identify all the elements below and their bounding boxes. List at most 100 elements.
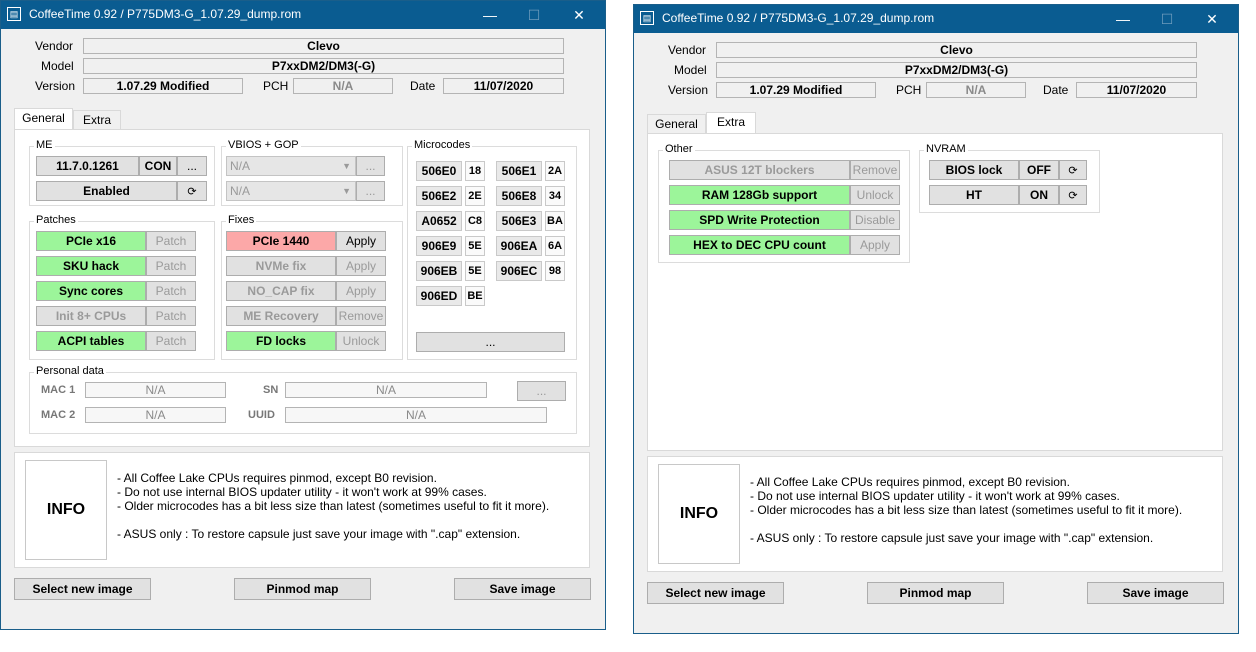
other-asus-blockers-button[interactable]: Remove bbox=[850, 160, 900, 180]
personal-more-button[interactable]: ... bbox=[517, 381, 566, 401]
me-more-button[interactable]: ... bbox=[177, 156, 207, 176]
microcode-cpuid: 906E9 bbox=[416, 236, 462, 256]
gop-combo[interactable]: N/A ▼ bbox=[226, 181, 356, 201]
info-title: INFO bbox=[25, 460, 107, 560]
fix-fd-locks-button[interactable]: Unlock bbox=[336, 331, 386, 351]
vbios-group-title: VBIOS + GOP bbox=[226, 139, 301, 151]
microcode-version: 2E bbox=[465, 186, 485, 206]
pch-field: N/A bbox=[926, 82, 1026, 98]
title-bar[interactable]: ▤ CoffeeTime 0.92 / P775DM3-G_1.07.29_du… bbox=[1, 1, 605, 29]
uuid-label: UUID bbox=[248, 409, 275, 421]
nvram-ht-refresh-button[interactable]: ⟳ bbox=[1059, 185, 1087, 205]
select-new-image-button[interactable]: Select new image bbox=[647, 582, 784, 604]
maximize-button[interactable]: ☐ bbox=[1152, 9, 1182, 29]
gop-more-button[interactable]: ... bbox=[356, 181, 385, 201]
model-field: P7xxDM2/DM3(-G) bbox=[83, 58, 564, 74]
microcode-version: 34 bbox=[545, 186, 565, 206]
other-spd-write-protection-button[interactable]: Disable bbox=[850, 210, 900, 230]
microcode-version: 6A bbox=[545, 236, 565, 256]
other-hex-to-dec-button[interactable]: Apply bbox=[850, 235, 900, 255]
nvram-bios-lock: BIOS lock bbox=[929, 160, 1019, 180]
fix-pcie-1440-button[interactable]: Apply bbox=[336, 231, 386, 251]
patch-init-cpus-button[interactable]: Patch bbox=[146, 306, 196, 326]
microcode-cpuid: 506E0 bbox=[416, 161, 462, 181]
patch-pcie-x16-button[interactable]: Patch bbox=[146, 231, 196, 251]
main-window-extra: ▤ CoffeeTime 0.92 / P775DM3-G_1.07.29_du… bbox=[633, 4, 1239, 634]
refresh-icon: ⟳ bbox=[1068, 165, 1078, 177]
patch-acpi-tables-button[interactable]: Patch bbox=[146, 331, 196, 351]
info-line-1: - All Coffee Lake CPUs requires pinmod, … bbox=[750, 475, 1070, 489]
nvram-ht-value: ON bbox=[1019, 185, 1059, 205]
main-window-general: ▤ CoffeeTime 0.92 / P775DM3-G_1.07.29_du… bbox=[0, 0, 606, 630]
pch-label: PCH bbox=[263, 79, 289, 93]
close-button[interactable]: ✕ bbox=[1197, 9, 1227, 29]
fixes-group-title: Fixes bbox=[226, 214, 257, 226]
other-ram-128gb: RAM 128Gb support bbox=[669, 185, 850, 205]
patch-sku-hack-button[interactable]: Patch bbox=[146, 256, 196, 276]
other-hex-to-dec: HEX to DEC CPU count bbox=[669, 235, 850, 255]
tab-extra[interactable]: Extra bbox=[706, 112, 756, 134]
pch-label: PCH bbox=[896, 83, 922, 97]
microcode-version: 5E bbox=[465, 261, 485, 281]
minimize-button[interactable]: — bbox=[1108, 9, 1138, 29]
date-label: Date bbox=[1043, 83, 1069, 97]
refresh-icon: ⟳ bbox=[1068, 190, 1078, 202]
tab-general[interactable]: General bbox=[647, 114, 706, 134]
me-version-field: 11.7.0.1261 bbox=[36, 156, 139, 176]
fix-nvme-button[interactable]: Apply bbox=[336, 256, 386, 276]
microcode-cpuid: 506E8 bbox=[496, 186, 542, 206]
save-image-button[interactable]: Save image bbox=[1087, 582, 1224, 604]
microcode-cpuid: 906EA bbox=[496, 236, 542, 256]
patch-sku-hack: SKU hack bbox=[36, 256, 146, 276]
pinmod-map-button[interactable]: Pinmod map bbox=[234, 578, 371, 600]
patch-acpi-tables: ACPI tables bbox=[36, 331, 146, 351]
microcode-version: 18 bbox=[465, 161, 485, 181]
version-label: Version bbox=[35, 79, 76, 93]
microcode-version: BA bbox=[545, 211, 565, 231]
fix-pcie-1440: PCIe 1440 bbox=[226, 231, 336, 251]
patch-pcie-x16: PCIe x16 bbox=[36, 231, 146, 251]
pch-field: N/A bbox=[293, 78, 393, 94]
microcode-version: 98 bbox=[545, 261, 565, 281]
nvram-bios-lock-refresh-button[interactable]: ⟳ bbox=[1059, 160, 1087, 180]
fix-no-cap-button[interactable]: Apply bbox=[336, 281, 386, 301]
me-refresh-button[interactable]: ⟳ bbox=[177, 181, 207, 201]
me-group-title: ME bbox=[34, 139, 55, 151]
version-label: Version bbox=[668, 83, 709, 97]
microcodes-more-button[interactable]: ... bbox=[416, 332, 565, 352]
title-bar[interactable]: ▤ CoffeeTime 0.92 / P775DM3-G_1.07.29_du… bbox=[634, 5, 1238, 33]
pinmod-map-button[interactable]: Pinmod map bbox=[867, 582, 1004, 604]
maximize-button[interactable]: ☐ bbox=[519, 5, 549, 25]
fix-fd-locks: FD locks bbox=[226, 331, 336, 351]
fix-me-recovery: ME Recovery bbox=[226, 306, 336, 326]
save-image-button[interactable]: Save image bbox=[454, 578, 591, 600]
patches-group-title: Patches bbox=[34, 214, 78, 226]
fix-me-recovery-button[interactable]: Remove bbox=[336, 306, 386, 326]
tab-general[interactable]: General bbox=[14, 108, 73, 130]
vbios-more-button[interactable]: ... bbox=[356, 156, 385, 176]
microcode-cpuid: 906EB bbox=[416, 261, 462, 281]
model-label: Model bbox=[674, 63, 707, 77]
other-ram-128gb-button[interactable]: Unlock bbox=[850, 185, 900, 205]
microcode-version: BE bbox=[465, 286, 485, 306]
other-spd-write-protection: SPD Write Protection bbox=[669, 210, 850, 230]
microcode-cpuid: 906ED bbox=[416, 286, 462, 306]
patch-init-cpus: Init 8+ CPUs bbox=[36, 306, 146, 326]
extra-panel: Other ASUS 12T blockers Remove RAM 128Gb… bbox=[647, 133, 1223, 451]
info-panel: INFO - All Coffee Lake CPUs requires pin… bbox=[14, 452, 590, 568]
vbios-combo[interactable]: N/A ▼ bbox=[226, 156, 356, 176]
other-group-title: Other bbox=[663, 143, 695, 155]
minimize-button[interactable]: — bbox=[475, 5, 505, 25]
microcode-cpuid: 506E1 bbox=[496, 161, 542, 181]
document-icon: ▤ bbox=[7, 7, 21, 21]
me-type-field: CON bbox=[139, 156, 177, 176]
document-icon: ▤ bbox=[640, 11, 654, 25]
select-new-image-button[interactable]: Select new image bbox=[14, 578, 151, 600]
patch-sync-cores-button[interactable]: Patch bbox=[146, 281, 196, 301]
close-button[interactable]: ✕ bbox=[564, 5, 594, 25]
mac2-field: N/A bbox=[85, 407, 226, 423]
other-asus-blockers: ASUS 12T blockers bbox=[669, 160, 850, 180]
vendor-field: Clevo bbox=[716, 42, 1197, 58]
tab-extra[interactable]: Extra bbox=[73, 110, 121, 130]
gop-combo-value: N/A bbox=[230, 184, 251, 198]
